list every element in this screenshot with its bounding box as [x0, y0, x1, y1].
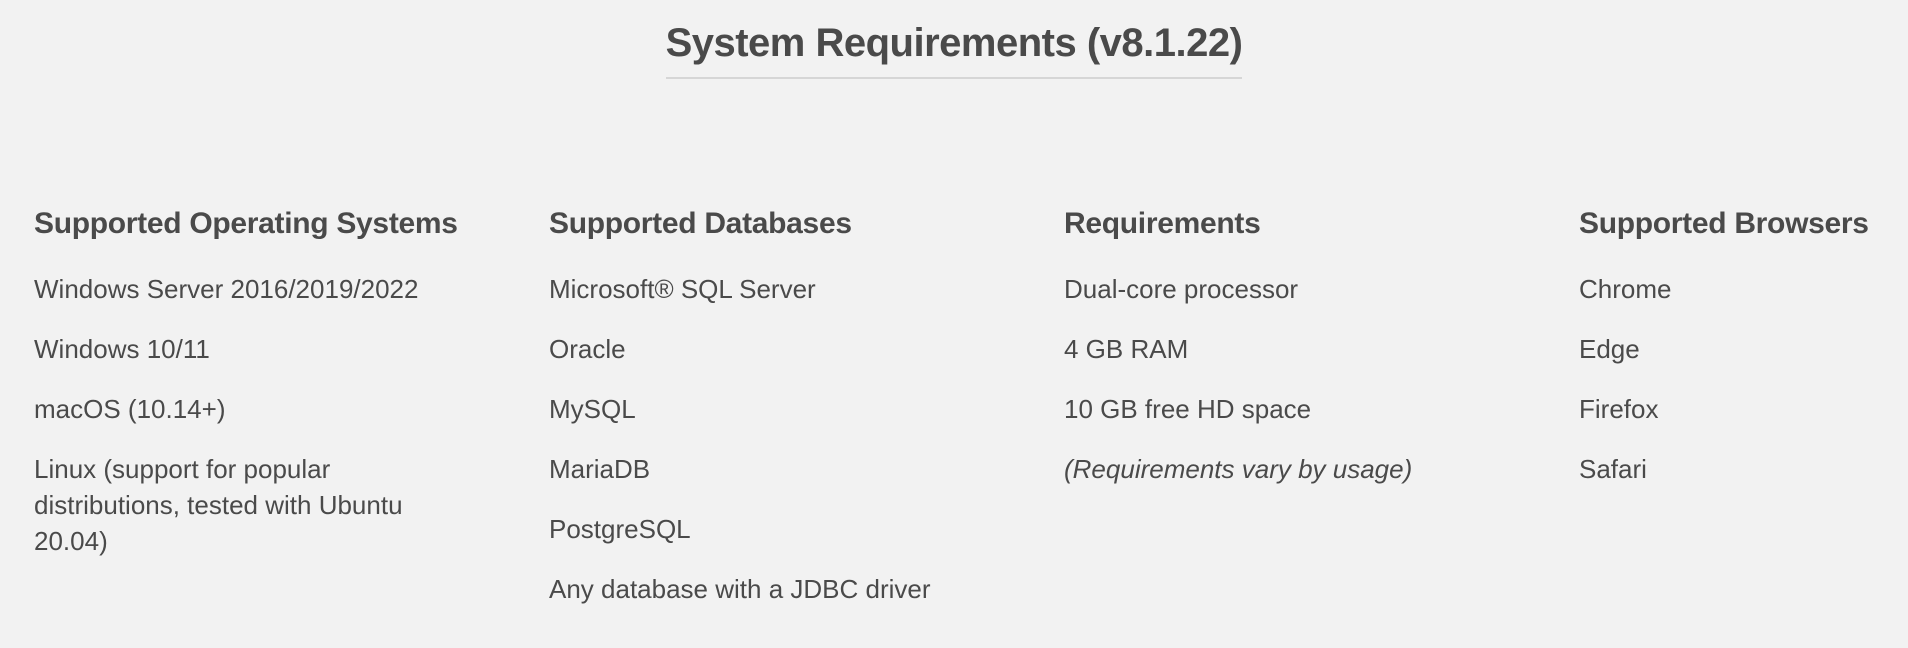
os-item-windows-server: Windows Server 2016/2019/2022: [34, 274, 419, 304]
os-item-linux: Linux (support for popular distributions…: [34, 454, 403, 556]
operating-systems-heading: Supported Operating Systems: [34, 207, 458, 240]
req-item-processor: Dual-core processor: [1064, 274, 1299, 304]
databases-heading: Supported Databases: [549, 207, 852, 240]
os-item-macos: macOS (10.14+): [34, 394, 226, 424]
db-item-jdbc: Any database with a JDBC driver: [549, 574, 931, 604]
browser-item-firefox: Firefox: [1579, 394, 1659, 424]
db-item-mysql: MySQL: [549, 394, 636, 424]
databases-list: Microsoft® SQL Server Oracle MySQL Maria…: [549, 271, 1029, 607]
databases-column: Supported Databases Microsoft® SQL Serve…: [549, 204, 1029, 631]
browsers-column: Supported Browsers Chrome Edge Firefox S…: [1579, 204, 1908, 511]
requirements-column: Requirements Dual-core processor 4 GB RA…: [1064, 204, 1534, 511]
requirements-list: Dual-core processor 4 GB RAM 10 GB free …: [1064, 271, 1534, 487]
operating-systems-list: Windows Server 2016/2019/2022 Windows 10…: [34, 271, 474, 559]
db-item-mariadb: MariaDB: [549, 454, 651, 484]
db-item-sql-server: Microsoft® SQL Server: [549, 274, 816, 304]
db-item-oracle: Oracle: [549, 334, 626, 364]
page-header: System Requirements (v8.1.22): [0, 22, 1908, 79]
browser-item-edge: Edge: [1579, 334, 1640, 364]
req-item-ram: 4 GB RAM: [1064, 334, 1189, 364]
browsers-list: Chrome Edge Firefox Safari: [1579, 271, 1908, 487]
req-item-note: (Requirements vary by usage): [1064, 454, 1413, 484]
browser-item-chrome: Chrome: [1579, 274, 1672, 304]
requirements-heading: Requirements: [1064, 207, 1261, 240]
page-title: System Requirements (v8.1.22): [665, 22, 1243, 79]
req-item-disk: 10 GB free HD space: [1064, 394, 1312, 424]
os-item-windows: Windows 10/11: [34, 334, 210, 364]
db-item-postgresql: PostgreSQL: [549, 514, 691, 544]
browser-item-safari: Safari: [1579, 454, 1647, 484]
browsers-heading: Supported Browsers: [1579, 207, 1869, 240]
operating-systems-column: Supported Operating Systems Windows Serv…: [34, 204, 474, 583]
requirements-columns: Supported Operating Systems Windows Serv…: [34, 204, 1908, 648]
